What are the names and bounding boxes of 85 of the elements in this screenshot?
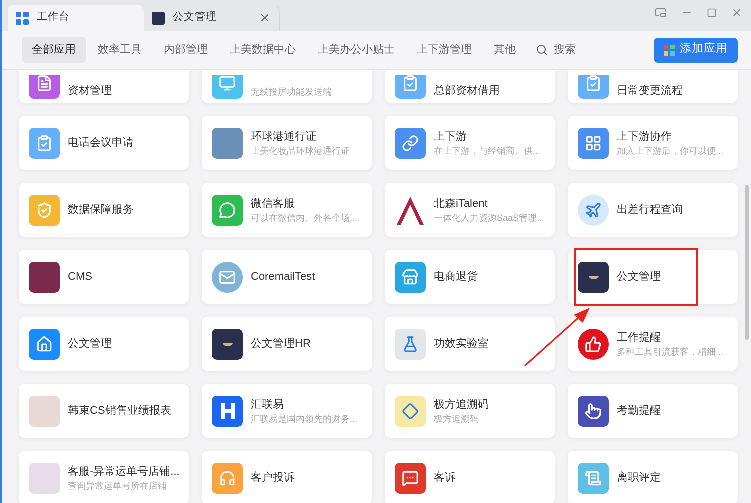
tab-label: 公文管理 [173, 10, 218, 26]
app-card[interactable]: 北森iTalent 一体化人力资源SaaS管理... [385, 183, 555, 237]
close-icon[interactable] [259, 12, 271, 24]
app-card[interactable]: 离职评定 [568, 451, 738, 503]
app-card[interactable]: 环球港通行证 上美化妆品环球港通行证 [202, 116, 372, 170]
add-app-button[interactable]: 添加应用 [654, 38, 738, 62]
app-card[interactable]: 资材管理 [19, 70, 189, 103]
app-card[interactable]: 考勤提醒 [568, 384, 738, 438]
app-card[interactable]: 上下游协作 加入上下游后，你可以便... [568, 116, 738, 170]
app-card[interactable]: 极方追溯码 极方追溯码 [385, 384, 555, 438]
app-title: 资材管理 [68, 84, 112, 99]
app-description: 可以在微信内、外各个场... [251, 212, 358, 224]
app-title: 工作提醒 [617, 330, 661, 346]
app-title: 客户投诉 [251, 470, 295, 486]
app-title: 数据保障服务 [68, 202, 134, 218]
app-description: 加入上下游后，你可以便... [617, 144, 724, 158]
category-tab[interactable]: 上下游管理 [407, 37, 482, 63]
app-title: 电商退货 [434, 270, 478, 285]
app-card[interactable]: 公文管理 [19, 317, 189, 371]
app-title: 客服-异常运单号店铺... [68, 464, 180, 480]
app-card[interactable]: 韩束CS销售业绩报表 [19, 384, 189, 438]
app-title: 公文管理 [617, 270, 661, 285]
grid-icon [16, 12, 29, 24]
app-title: 公文管理 [68, 336, 112, 352]
app-description: 汇联易是国内领先的财务... [251, 412, 358, 426]
app-title: 考勤提醒 [617, 404, 661, 419]
app-card[interactable]: 功效实验室 [385, 317, 555, 371]
app-description: 一体化人力资源SaaS管理... [434, 212, 545, 224]
annotation-arrow [522, 306, 592, 368]
app-title: 日常变更流程 [617, 84, 683, 99]
app-title: 上下游 [434, 130, 467, 144]
app-card[interactable]: 工作提醒 多种工具引流获客，精细... [568, 317, 738, 371]
app-card[interactable]: 总部资材借用 [385, 70, 555, 103]
app-card[interactable]: 客服-异常运单号店铺... 查询异常运单号所在店铺 [19, 451, 189, 503]
app-card[interactable]: 电商退货 [385, 250, 555, 304]
category-tab[interactable]: 其他 [484, 37, 526, 63]
scrollbar-thumb[interactable] [745, 185, 749, 340]
category-tab[interactable]: 上美数据中心 [220, 37, 306, 63]
category-tab[interactable]: 全部应用 [22, 37, 86, 63]
category-tab[interactable]: 内部管理 [154, 37, 218, 63]
app-card[interactable]: 客户投诉 [202, 451, 372, 503]
app-card[interactable]: 汇联易 汇联易是国内领先的财务... [202, 384, 372, 438]
pin-window-icon[interactable] [655, 7, 667, 19]
app-card[interactable]: CMS [19, 250, 189, 304]
app-title: 公文管理HR [251, 336, 311, 352]
crest-logo-icon [152, 12, 165, 24]
maximize-icon[interactable] [707, 8, 717, 18]
app-title: CMS [68, 270, 92, 285]
app-title: 电话会议申请 [68, 136, 134, 151]
app-title: 上下游协作 [617, 130, 672, 144]
app-description: 在上下游，与经销商、供... [434, 144, 541, 158]
app-card[interactable]: 日常变更流程 [568, 70, 738, 103]
app-title: 客诉 [434, 470, 456, 486]
search-icon [536, 44, 548, 56]
app-description: 上美化妆品环球港通行证 [251, 144, 350, 158]
app-card[interactable]: 微信客服 可以在微信内、外各个场... [202, 183, 372, 237]
app-title: 北森iTalent [434, 196, 488, 212]
app-title: 环球港通行证 [251, 130, 317, 144]
app-card[interactable]: 出差行程查询 [568, 183, 738, 237]
app-title: 总部资材借用 [434, 84, 500, 99]
app-title: CoremailTest [251, 270, 316, 285]
app-description: 极方追溯码 [434, 412, 479, 426]
app-title: 微信客服 [251, 196, 295, 212]
app-card[interactable]: 客诉 [385, 451, 555, 503]
search-button[interactable]: 搜索 [528, 37, 584, 63]
app-description: 无线投屏功能发送端 [251, 86, 332, 99]
app-card[interactable]: CoremailTest [202, 250, 372, 304]
category-tab[interactable]: 效率工具 [88, 37, 152, 63]
app-card[interactable]: 数据保障服务 [19, 183, 189, 237]
app-title: 极方追溯码 [434, 398, 489, 412]
app-card[interactable]: 电话会议申请 [19, 116, 189, 170]
app-title: 韩束CS销售业绩报表 [68, 404, 172, 419]
window-tab[interactable]: 工作台 [8, 5, 144, 31]
app-title: 功效实验室 [434, 336, 489, 352]
app-title: 出差行程查询 [617, 203, 683, 218]
tab-label: 工作台 [37, 10, 71, 26]
app-card[interactable]: 上下游 在上下游，与经销商、供... [385, 116, 555, 170]
app-card[interactable]: 公文管理HR [202, 317, 372, 371]
app-title: 离职评定 [617, 470, 661, 486]
app-grid-icon [664, 44, 675, 56]
app-description: 查询异常运单号所在店铺 [68, 480, 167, 492]
close-icon[interactable] [731, 7, 743, 19]
category-tab[interactable]: 上美办公小贴士 [308, 37, 405, 63]
app-description: 多种工具引流获客，精细... [617, 346, 724, 358]
app-title: 汇联易 [251, 398, 284, 412]
